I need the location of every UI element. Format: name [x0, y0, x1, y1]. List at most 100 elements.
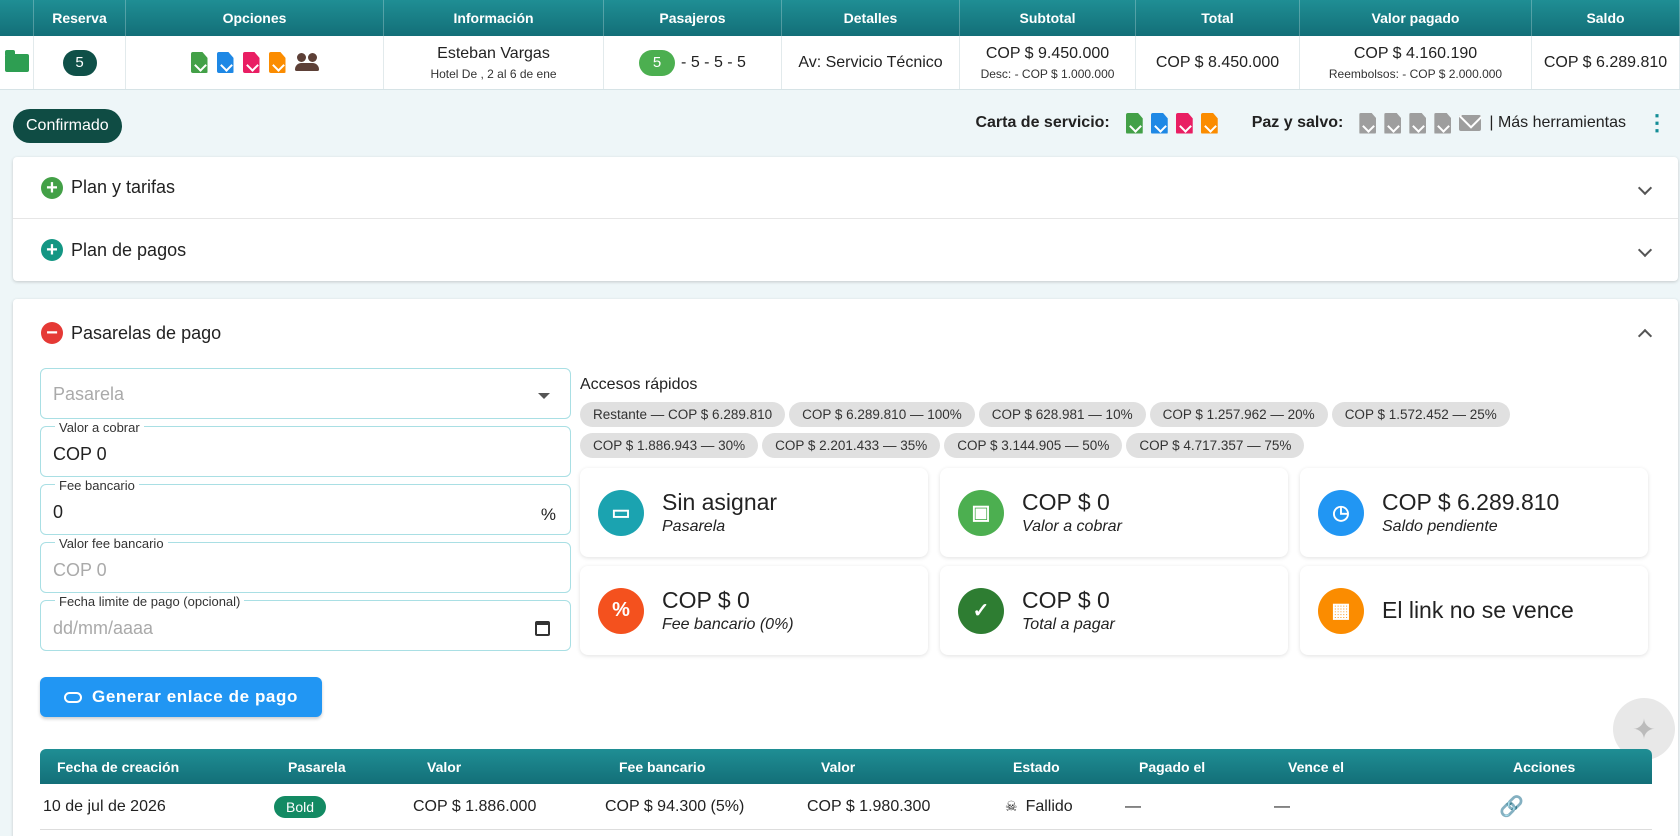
total-cell: COP $ 8.450.000	[1136, 36, 1300, 89]
card-caption: Valor a cobrar	[1022, 518, 1122, 535]
paz-pdf-alt-icon[interactable]	[1434, 112, 1452, 134]
skull-icon: ☠	[1005, 798, 1018, 814]
card-saldo-pendiente: ◷ COP $ 6.289.810 Saldo pendiente	[1300, 468, 1648, 557]
subtotal-cell: COP $ 9.450.000 Desc: - COP $ 1.000.000	[960, 36, 1136, 89]
quick-chip-100[interactable]: COP $ 6.289.810 — 100%	[789, 402, 975, 427]
pasarela-badge: Bold	[274, 795, 327, 818]
paz-download-alt-icon[interactable]	[1409, 112, 1427, 134]
paz-pdf-icon[interactable]	[1384, 112, 1402, 134]
valor-pagado-value: COP $ 4.160.190	[1353, 44, 1478, 62]
pasarela-placeholder: Pasarela	[53, 384, 125, 404]
pasajeros-cell: 5 - 5 - 5 - 5	[604, 36, 782, 89]
pdf-icon[interactable]	[216, 52, 234, 73]
download-excel-icon[interactable]	[190, 52, 208, 73]
subtotal-value: COP $ 9.450.000	[985, 44, 1110, 62]
clock-money-icon: ◷	[1318, 489, 1364, 536]
pax-breakdown: - 5 - 5 - 5	[681, 53, 746, 71]
card-total-pagar: ✓ COP $ 0 Total a pagar	[940, 566, 1288, 655]
estado-text: Fallido	[1025, 797, 1073, 815]
accordion-plan-pagos[interactable]: + Plan de pagos	[13, 219, 1678, 281]
open-folder-cell[interactable]	[0, 36, 34, 89]
accordion-plan-tarifas[interactable]: + Plan y tarifas	[13, 157, 1678, 219]
valor-cobrar-value: COP 0	[53, 444, 107, 464]
header-cell-pasajeros: Pasajeros	[604, 0, 782, 36]
card-caption: Fee bancario (0%)	[662, 616, 794, 633]
header-cell-saldo: Saldo	[1532, 0, 1680, 36]
carta-excel-icon[interactable]	[1125, 112, 1143, 134]
copy-link-icon[interactable]: 🔗	[1499, 794, 1524, 819]
quick-chip-10[interactable]: COP $ 628.981 — 10%	[978, 402, 1146, 427]
hotel-dates: Hotel De , 2 al 6 de ene	[430, 66, 557, 81]
pax-count-badge: 5	[639, 49, 676, 76]
opciones-cell	[126, 36, 384, 89]
header-cell-subtotal: Subtotal	[960, 0, 1136, 36]
reembolsos-value: Reembolsos: - COP $ 2.000.000	[1328, 66, 1503, 81]
quick-chip-20[interactable]: COP $ 1.257.962 — 20%	[1149, 402, 1328, 427]
card-pasarela: ▭ Sin asignar Pasarela	[580, 468, 928, 557]
accordion-pasarelas[interactable]: − Pasarelas de pago	[13, 299, 1678, 367]
header-valor-total: Valor	[821, 758, 856, 775]
quick-chip-25[interactable]: COP $ 1.572.452 — 25%	[1331, 402, 1510, 427]
cell-vence: —	[1274, 797, 1290, 815]
fee-bancario-field[interactable]: Fee bancario 0 %	[40, 478, 571, 535]
carta-pdf-icon[interactable]	[1150, 112, 1168, 134]
more-vert-icon[interactable]: ⋮	[1646, 112, 1668, 134]
header-cell-informacion: Información	[384, 0, 604, 36]
quick-chip-30[interactable]: COP $ 1.886.943 — 30%	[580, 433, 759, 458]
card-value: COP $ 0	[662, 587, 750, 613]
calendar-clock-icon: ▦	[1318, 587, 1364, 634]
accordion-title: Pasarelas de pago	[71, 322, 222, 343]
carta-pdf-orange-icon[interactable]	[1200, 112, 1218, 134]
percent-suffix: %	[540, 505, 556, 524]
fecha-limite-field[interactable]: Fecha limite de pago (opcional) dd/mm/aa…	[40, 594, 571, 651]
link-icon	[64, 691, 83, 703]
sparkle-icon: ✦	[1632, 713, 1656, 745]
header-acciones: Acciones	[1513, 758, 1576, 775]
quick-chip-50[interactable]: COP $ 3.144.905 — 50%	[944, 433, 1123, 458]
paz-salvo-label: Paz y salvo:	[1251, 114, 1344, 131]
download-document-icon[interactable]	[242, 52, 260, 73]
quick-chip-35[interactable]: COP $ 2.201.433 — 35%	[762, 433, 941, 458]
cash-icon: ▣	[958, 489, 1004, 536]
pasarela-select[interactable]: Pasarela	[40, 368, 571, 419]
header-cell-valor-pagado: Valor pagado	[1300, 0, 1532, 36]
quick-access-chips: Restante — COP $ 6.289.810 COP $ 6.289.8…	[580, 402, 1510, 458]
header-cell-empty	[0, 0, 34, 36]
summary-data-row: 5 Esteban Vargas Hotel De , 2 al 6 de en…	[0, 36, 1680, 90]
valor-fee-field[interactable]: Valor fee bancario COP 0	[40, 536, 571, 593]
card-fee-bancario: % COP $ 0 Fee bancario (0%)	[580, 566, 928, 655]
summary-cards: ▭ Sin asignar Pasarela ▣ COP $ 0 Valor a c…	[580, 468, 1652, 655]
header-cell-total: Total	[1136, 0, 1300, 36]
cell-estado: ☠ Fallido	[996, 784, 1122, 829]
header-valor: Valor	[427, 758, 462, 775]
cash-check-icon: ✓	[958, 587, 1004, 634]
folder-open-icon[interactable]	[4, 49, 29, 72]
mas-herramientas-link[interactable]: | Más herramientas	[1489, 114, 1626, 132]
valor-fee-label: Valor fee bancario	[55, 536, 168, 551]
calendar-icon[interactable]	[535, 621, 550, 636]
generate-link-button[interactable]: Generar enlace de pago	[40, 677, 322, 717]
chevron-down-icon	[1637, 180, 1653, 195]
fecha-limite-label: Fecha limite de pago (opcional)	[55, 594, 245, 609]
card-icon: ▭	[598, 489, 644, 536]
reserva-badge: 5	[62, 49, 97, 76]
detalles-cell: Av: Servicio Técnico	[782, 36, 960, 89]
summary-header-row: Reserva Opciones Información Pasajeros D…	[0, 0, 1680, 36]
valor-fee-placeholder: COP 0	[53, 560, 107, 580]
payment-table-header: Fecha de creación Pasarela Valor Fee ban…	[40, 749, 1652, 784]
valor-cobrar-field[interactable]: Valor a cobrar COP 0	[40, 420, 571, 477]
table-row: 10 de jul de 2026 Bold COP $ 1.886.000 C…	[40, 784, 1652, 830]
pdf-orange-icon[interactable]	[268, 52, 286, 73]
paz-download-icon[interactable]	[1359, 112, 1377, 134]
header-pasarela: Pasarela	[288, 758, 346, 775]
cell-valor-total: COP $ 1.980.300	[807, 797, 931, 815]
quick-chip-restante[interactable]: Restante — COP $ 6.289.810	[580, 402, 786, 427]
passengers-icon[interactable]	[294, 52, 319, 74]
quick-chip-75[interactable]: COP $ 4.717.357 — 75%	[1126, 433, 1305, 458]
header-cell-detalles: Detalles	[782, 0, 960, 36]
carta-download-icon[interactable]	[1175, 112, 1193, 134]
card-link-vencimiento: ▦ El link no se vence	[1300, 566, 1648, 655]
card-value: El link no se vence	[1382, 597, 1574, 623]
generate-link-label: Generar enlace de pago	[92, 687, 298, 706]
mail-icon[interactable]	[1459, 115, 1482, 131]
